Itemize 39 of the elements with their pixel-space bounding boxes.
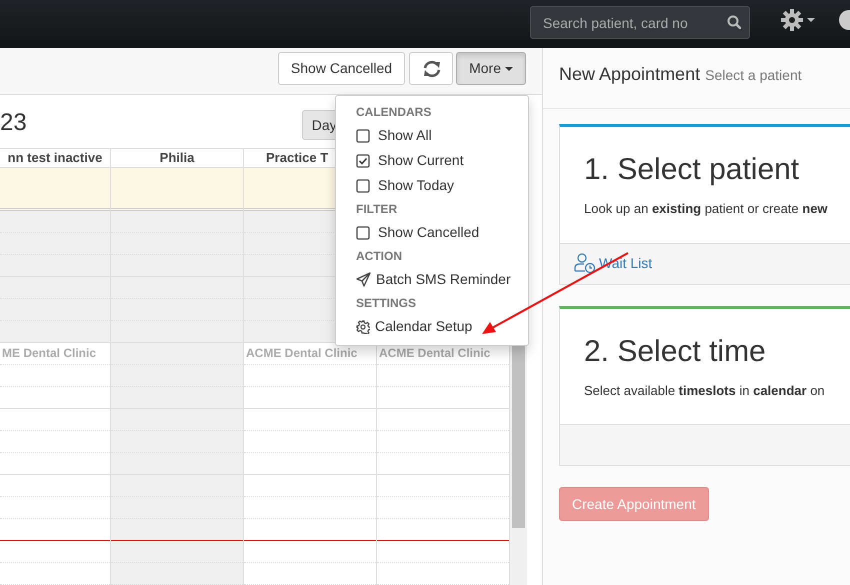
location-label: ACME Dental Clinic	[379, 346, 490, 360]
menu-item[interactable]: Batch SMS Reminder	[336, 267, 528, 292]
menu-item[interactable]: Show Today	[336, 173, 528, 198]
checkbox-icon[interactable]	[356, 154, 370, 168]
step-description: Look up an existing patient or create new	[583, 200, 829, 218]
location-label: ACME Dental Clinic	[246, 346, 358, 360]
gear-icon	[356, 320, 370, 334]
refresh-button[interactable]	[408, 52, 453, 85]
step-description: Select available timeslots in calendar on	[583, 382, 826, 400]
more-button[interactable]: More	[456, 52, 526, 85]
settings-icon[interactable]	[781, 9, 815, 31]
search-field[interactable]: Search patient, card no	[530, 6, 750, 39]
column-header: nn test inactive	[8, 150, 102, 165]
checkbox-icon[interactable]	[356, 178, 370, 192]
paper-plane-icon	[356, 272, 371, 287]
column-header: Practice T	[266, 150, 328, 165]
avatar-icon[interactable]	[838, 9, 850, 31]
location-label: ME Dental Clinic	[2, 346, 96, 360]
user-clock-icon	[574, 253, 596, 274]
caret-icon	[505, 67, 513, 72]
time-slot[interactable]	[111, 519, 243, 541]
menu-item[interactable]: Show Current	[336, 148, 528, 173]
menu-section-header: SETTINGS	[355, 295, 418, 312]
column-header: Philia	[160, 150, 194, 165]
search-icon	[727, 15, 741, 29]
menu-section-header: ACTION	[355, 248, 403, 265]
refresh-icon	[422, 59, 442, 80]
show-cancelled-button[interactable]: Show Cancelled	[278, 52, 406, 85]
menu-section-header: FILTER	[355, 201, 398, 218]
menu-section-header: CALENDARS	[355, 104, 432, 121]
menu-item[interactable]: Calendar Setup	[336, 314, 528, 339]
checkbox-icon[interactable]	[356, 128, 370, 142]
panel-subtitle: Select a patient	[705, 67, 802, 83]
step-title: 2. Select time	[583, 334, 767, 370]
menu-item[interactable]: Show Cancelled	[336, 220, 528, 245]
step-title: 1. Select patient	[583, 152, 800, 188]
calendar-date-title: 23	[0, 111, 27, 138]
panel-title: New Appointment	[559, 64, 700, 84]
checkbox-icon[interactable]	[356, 226, 370, 240]
